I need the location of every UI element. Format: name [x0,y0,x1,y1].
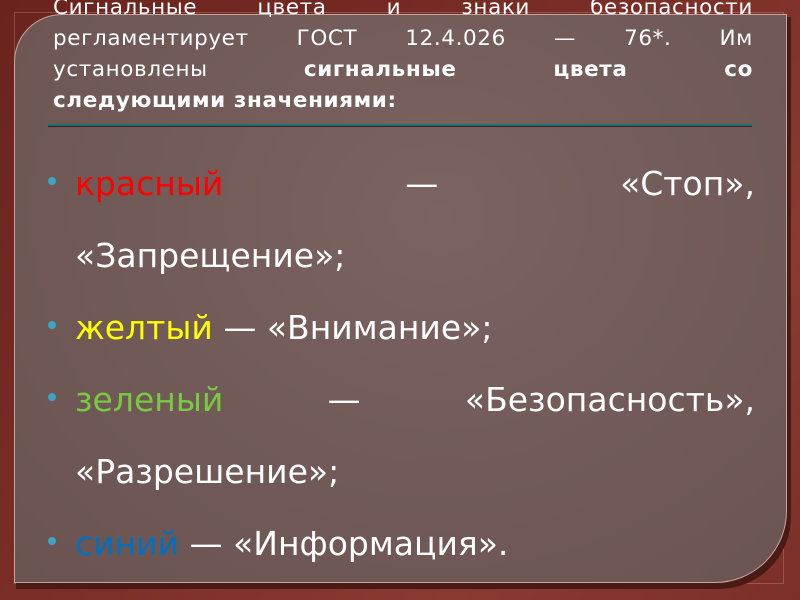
list-item-green: зеленый — «Безопасность», «Разрешение»; [45,364,755,508]
bullet-icon [48,393,56,401]
list-item-red: красный — «Стоп», «Запрещение»; [45,148,755,292]
keyword-yellow: желтый [75,308,213,347]
bullet-icon [48,537,56,545]
keyword-red: красный [75,164,224,203]
item-row: «Разрешение»; [75,436,755,508]
meaning: «Безопасность», [464,380,755,419]
title-line-2: регламентирует ГОСТ 12.4.026 — 76*. Им [53,26,753,51]
title-line-1: Сигнальные цвета и знаки безопасности [53,0,753,20]
title-line-3: установлены сигнальные цвета со [53,54,753,85]
meaning: «Внимание»; [266,308,493,347]
item-row: синий — «Информация». [75,508,755,580]
title-line-3-normal: установлены [53,57,208,82]
bullet-icon [48,177,56,185]
dash: — [405,164,439,203]
slide: Сигнальные цвета и знаки безопасности ре… [0,0,800,600]
dash: — [189,524,223,563]
item-row: «Запрещение»; [75,220,755,292]
meaning: «Разрешение»; [75,452,340,491]
title-underline [48,124,752,127]
title-line-4-bold: следующими значениями: [53,88,397,113]
keyword-blue: синий [75,524,180,563]
list-item-yellow: желтый — «Внимание»; [45,292,755,364]
item-row: желтый — «Внимание»; [75,292,755,364]
meaning: «Стоп», [620,164,755,203]
bullet-list: красный — «Стоп», «Запрещение»; желтый —… [45,148,755,580]
dash: — [223,308,257,347]
meaning: «Информация». [233,524,509,563]
keyword-green: зеленый [75,380,224,419]
item-row: зеленый — «Безопасность», [75,364,755,436]
title-line-4: следующими значениями: [53,85,753,116]
list-item-blue: синий — «Информация». [45,508,755,580]
dash: — [327,380,361,419]
title-line-3-bold: сигнальные цвета со [303,57,754,82]
slide-title: Сигнальные цвета и знаки безопасности ре… [53,0,753,116]
meaning: «Запрещение»; [75,236,346,275]
item-row: красный — «Стоп», [75,148,755,220]
bullet-icon [48,321,56,329]
